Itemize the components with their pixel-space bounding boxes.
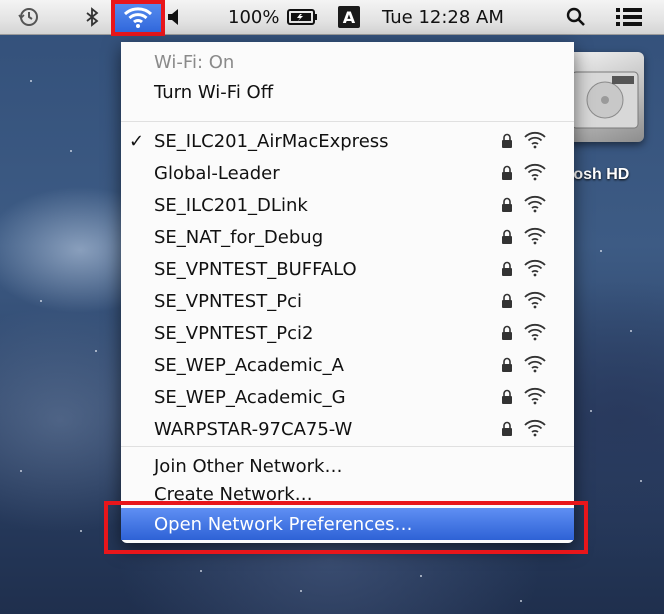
menu-bar: 100% A Tue 12:28 AM	[0, 0, 664, 35]
wifi-icon-highlight	[111, 0, 165, 36]
wifi-signal-icon	[524, 419, 546, 442]
time-machine-icon[interactable]	[18, 0, 40, 34]
wifi-signal-icon	[524, 291, 546, 314]
wifi-signal-icon	[524, 195, 546, 218]
network-item[interactable]: SE_WEP_Academic_G	[121, 381, 574, 413]
lock-icon	[501, 389, 513, 410]
network-item[interactable]: WARPSTAR-97CA75-W	[121, 413, 574, 445]
network-name: SE_WEP_Academic_A	[154, 354, 344, 376]
spotlight-icon[interactable]	[566, 0, 586, 34]
network-item[interactable]: SE_VPNTEST_Pci2	[121, 317, 574, 349]
lock-icon	[501, 293, 513, 314]
network-name: SE_ILC201_DLink	[154, 194, 308, 216]
wifi-dropdown-menu: Wi-Fi: On Turn Wi-Fi Off ✓ SE_ILC201_Air…	[121, 42, 574, 543]
network-name: SE_VPNTEST_Pci2	[154, 322, 314, 344]
bluetooth-icon[interactable]	[85, 0, 99, 34]
network-item[interactable]: Global-Leader	[121, 157, 574, 189]
lock-icon	[501, 325, 513, 346]
network-item[interactable]: ✓ SE_ILC201_AirMacExpress	[121, 125, 574, 157]
wifi-signal-icon	[524, 323, 546, 346]
checkmark-icon: ✓	[129, 130, 145, 152]
wifi-signal-icon	[524, 227, 546, 250]
separator	[121, 121, 574, 122]
network-name: SE_VPNTEST_BUFFALO	[154, 258, 357, 280]
wifi-signal-icon	[524, 387, 546, 410]
network-item[interactable]: SE_VPNTEST_BUFFALO	[121, 253, 574, 285]
wifi-signal-icon	[524, 355, 546, 378]
network-name: SE_VPNTEST_Pci	[154, 290, 302, 312]
network-item[interactable]: SE_WEP_Academic_A	[121, 349, 574, 381]
wifi-signal-icon	[524, 163, 546, 186]
network-name: SE_WEP_Academic_G	[154, 386, 346, 408]
lock-icon	[501, 165, 513, 186]
network-item[interactable]: SE_ILC201_DLink	[121, 189, 574, 221]
battery-percent[interactable]: 100%	[228, 0, 279, 34]
network-name: Global-Leader	[154, 162, 280, 184]
lock-icon	[501, 229, 513, 250]
list-icon[interactable]	[616, 0, 642, 34]
lock-icon	[501, 197, 513, 218]
wifi-status: Wi-Fi: On	[154, 51, 235, 73]
clock[interactable]: Tue 12:28 AM	[382, 0, 504, 34]
network-name: WARPSTAR-97CA75-W	[154, 418, 353, 440]
lock-icon	[501, 261, 513, 282]
preferences-highlight	[104, 501, 588, 554]
separator	[121, 446, 574, 447]
hard-drive-icon[interactable]	[566, 52, 644, 142]
lock-icon	[501, 357, 513, 378]
battery-icon[interactable]	[287, 0, 319, 34]
wifi-signal-icon	[524, 259, 546, 282]
input-source-icon[interactable]: A	[338, 6, 360, 28]
turn-wifi-off-item[interactable]: Turn Wi-Fi Off	[121, 76, 574, 108]
lock-icon	[501, 421, 513, 442]
network-name: SE_ILC201_AirMacExpress	[154, 130, 389, 152]
network-item[interactable]: SE_VPNTEST_Pci	[121, 285, 574, 317]
wifi-signal-icon	[524, 131, 546, 154]
lock-icon	[501, 133, 513, 154]
network-name: SE_NAT_for_Debug	[154, 226, 324, 248]
network-item[interactable]: SE_NAT_for_Debug	[121, 221, 574, 253]
drive-label[interactable]: tosh HD	[568, 166, 629, 184]
volume-icon[interactable]	[166, 0, 184, 34]
